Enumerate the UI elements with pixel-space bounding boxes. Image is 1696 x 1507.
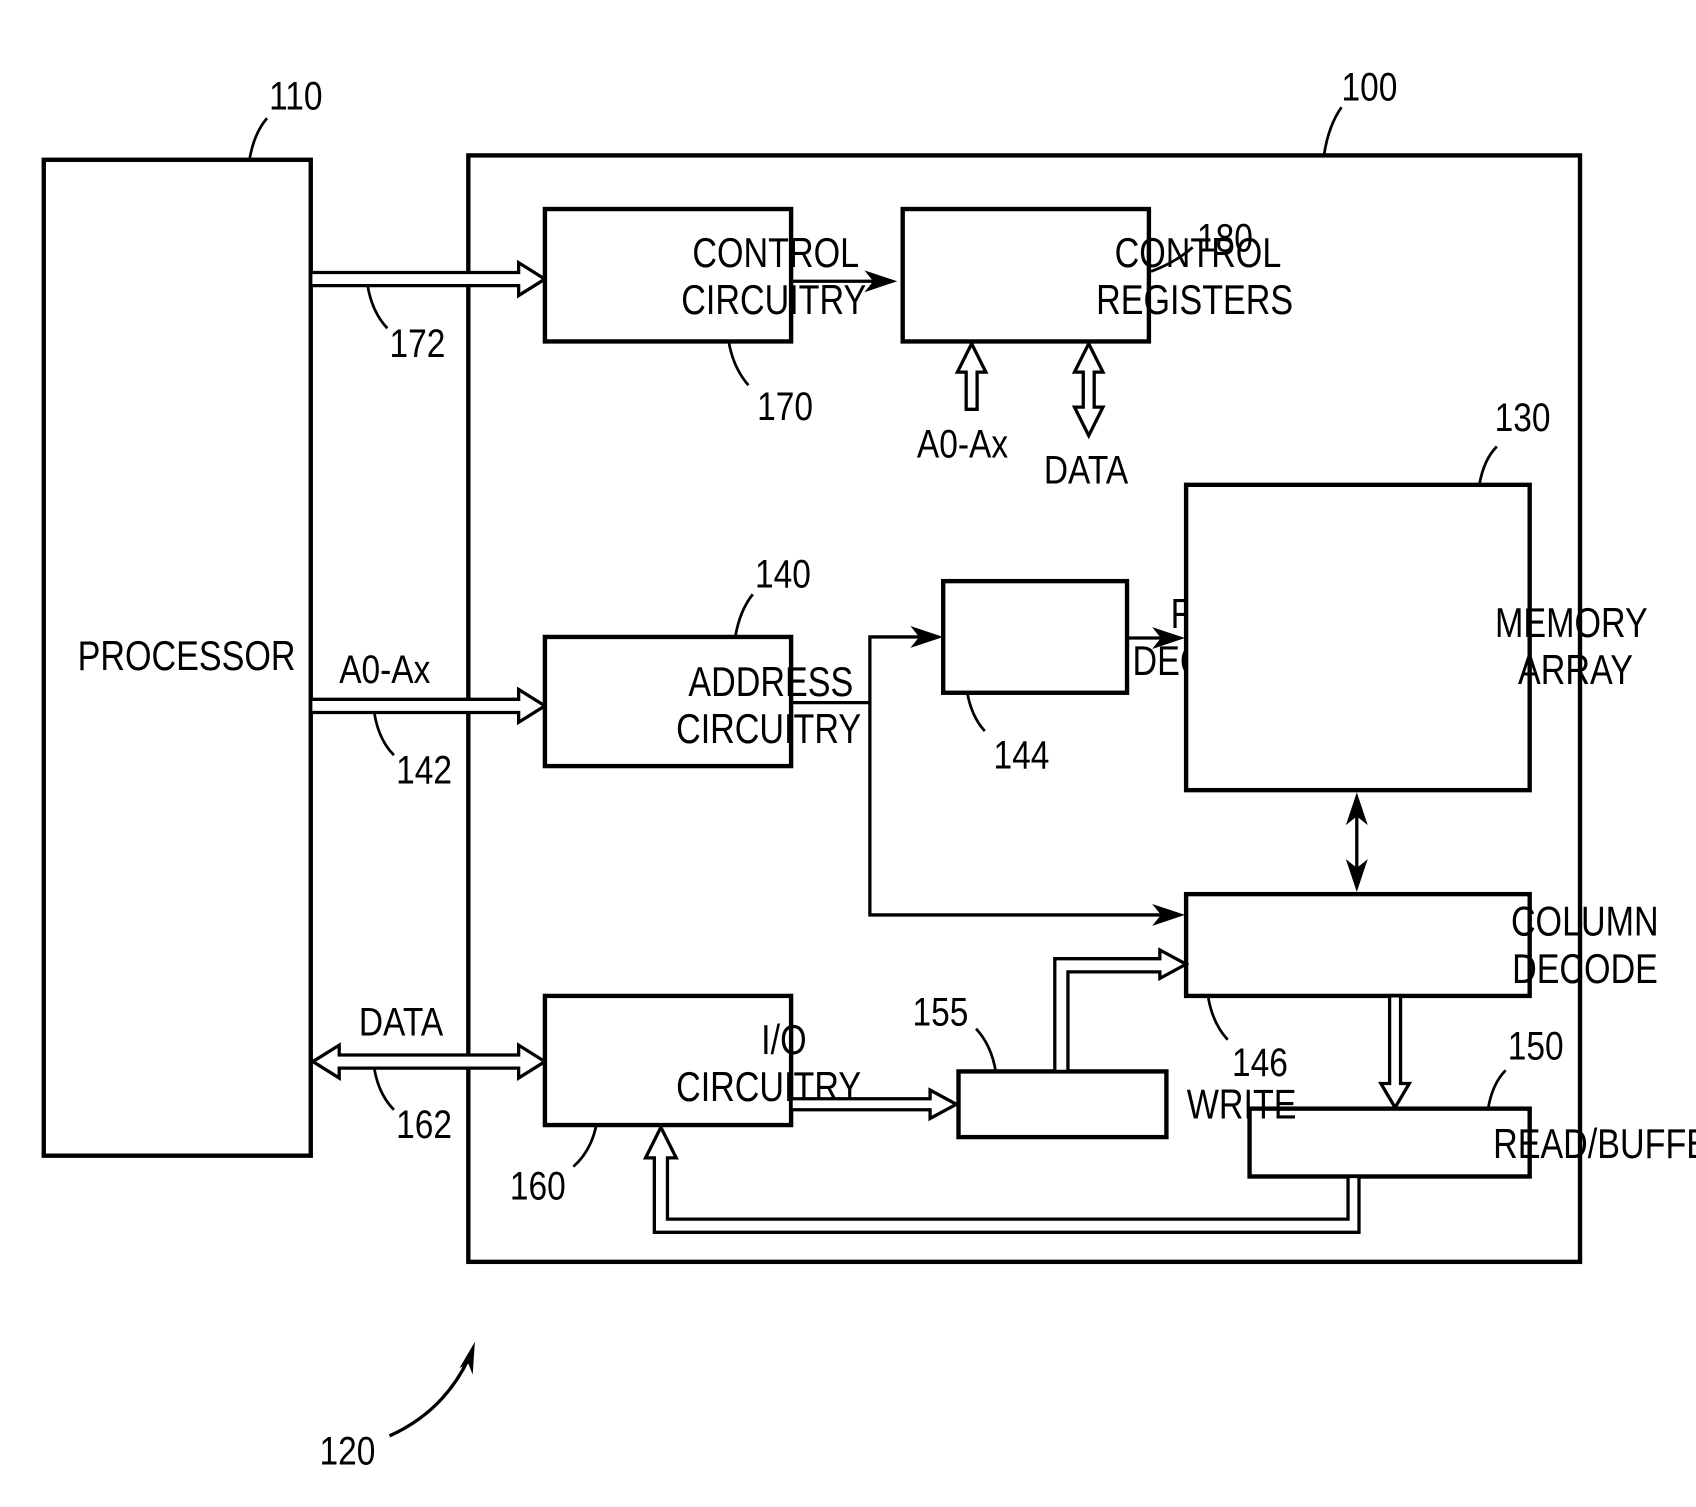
row-decode-block — [941, 578, 1130, 695]
ref-130: 130 — [1495, 396, 1551, 440]
control-circuitry-label-line2: CIRCUITRY — [681, 278, 866, 324]
address-circuitry-label-line1: ADDRESS — [688, 660, 853, 706]
register-data-label: DATA — [1044, 448, 1129, 492]
leader-line-110 — [248, 117, 269, 161]
address-circuitry-label-line2: CIRCUITRY — [676, 707, 861, 753]
register-address-label: A0-Ax — [917, 422, 1008, 466]
ref-162: 162 — [396, 1103, 452, 1147]
leader-line-130 — [1478, 445, 1498, 486]
leader-line-142 — [372, 712, 395, 757]
leader-line-170 — [727, 341, 750, 387]
address-bus-arrow — [309, 686, 549, 726]
ref-100: 100 — [1341, 65, 1397, 109]
write-block — [956, 1069, 1169, 1140]
register-data-arrow — [1071, 339, 1106, 440]
ref-146: 146 — [1232, 1040, 1288, 1084]
leader-line-162 — [372, 1067, 395, 1111]
leader-line-150 — [1486, 1069, 1507, 1109]
system-ref-arrow-line — [388, 1358, 470, 1438]
ref-140: 140 — [755, 552, 811, 596]
ref-170: 170 — [757, 385, 813, 429]
io-circuitry-label-line1: I/O — [761, 1018, 806, 1064]
address-bus-label: A0-Ax — [339, 647, 430, 691]
ref-160: 160 — [510, 1164, 566, 1208]
processor-label: PROCESSOR — [78, 634, 296, 680]
column-to-read-arrow — [1377, 994, 1413, 1111]
control-bus-arrow — [309, 259, 549, 299]
ref-180: 180 — [1197, 216, 1253, 260]
data-bus-label: DATA — [359, 1000, 444, 1044]
memory-array-label-line1: MEMORY — [1495, 601, 1648, 647]
write-to-column-arrow — [1053, 947, 1190, 1074]
leader-line-160 — [572, 1124, 598, 1168]
ref-155: 155 — [913, 990, 969, 1034]
ref-110: 110 — [269, 74, 322, 118]
leader-line-140 — [733, 593, 754, 638]
leader-line-155 — [975, 1027, 998, 1072]
ref-144: 144 — [994, 733, 1050, 777]
read-buffer-label: READ/BUFFER — [1493, 1122, 1696, 1168]
control-circuitry-label-line1: CONTROL — [692, 231, 859, 277]
data-bus-arrow — [309, 1042, 549, 1081]
leader-line-144 — [965, 692, 986, 732]
ref-172: 172 — [390, 321, 446, 365]
leader-line-146 — [1206, 995, 1229, 1041]
ref-142: 142 — [396, 748, 452, 792]
column-decode-label-line1: COLUMN — [1511, 900, 1659, 946]
memory-array-block — [1183, 482, 1532, 793]
column-decode-block — [1183, 891, 1532, 999]
memory-array-label-line2: ARRAY — [1518, 648, 1633, 694]
register-address-arrow — [954, 339, 989, 411]
column-decode-label-line2: DECODE — [1512, 947, 1658, 993]
leader-line-100 — [1322, 106, 1343, 156]
ref-150: 150 — [1508, 1024, 1564, 1068]
ref-120: 120 — [320, 1429, 376, 1473]
write-label: WRITE — [1187, 1082, 1297, 1128]
memory-system-block-diagram: 100 PROCESSOR 110 172 CONTROL CIRCUITRY … — [41, 65, 1696, 1473]
control-registers-label-line2: REGISTERS — [1096, 278, 1293, 324]
leader-line-172 — [366, 285, 389, 330]
